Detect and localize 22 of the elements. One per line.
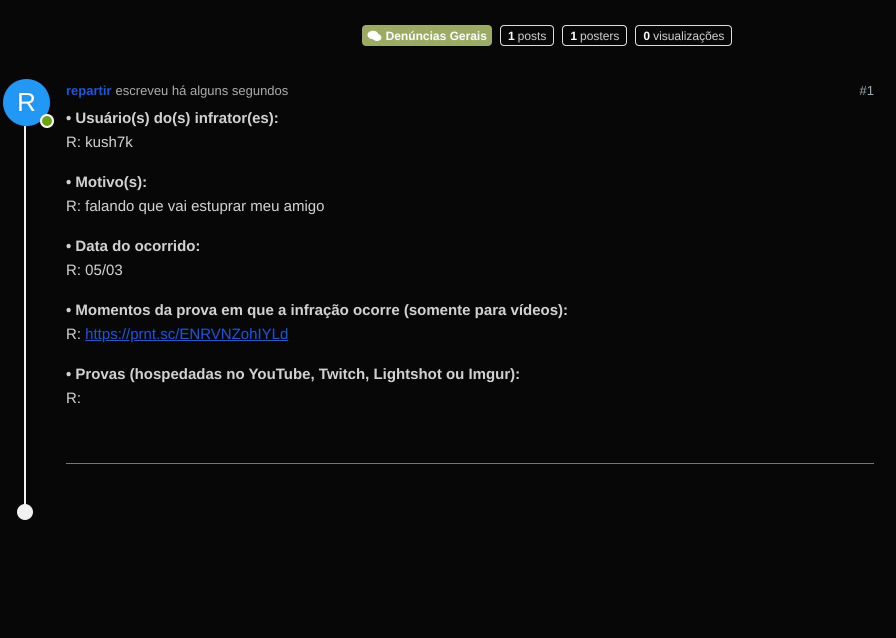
answer-prefix: R: [66, 324, 82, 344]
question-label: • Motivo(s): [66, 172, 148, 192]
stat-badge: 1 posters [562, 25, 628, 46]
answer-prefix: R: [66, 132, 82, 152]
answer-link[interactable]: https://prnt.sc/ENRVNZohIYLd [85, 322, 288, 346]
answer-prefix: R: [66, 388, 81, 408]
post-meta: escreveu há alguns segundos [116, 82, 288, 100]
question-label: • Data do ocorrido: [66, 236, 202, 256]
author-link[interactable]: repartir [66, 81, 112, 100]
answer-text: 05/03 [85, 260, 123, 280]
question-label: • Provas (hospedadas no YouTube, Twitch, Lightshot ou Imgur): [66, 364, 522, 384]
post-index[interactable]: #1 [860, 81, 874, 100]
chat-bubbles-icon [366, 30, 382, 42]
question-label: • Usuário(s) do(s) infrator(es): [66, 108, 280, 128]
answer-text: falando que vai estuprar meu amigo [85, 196, 324, 216]
category-tag[interactable]: Denúncias Gerais [362, 25, 492, 46]
stat-badge: 0 visualizações [635, 25, 732, 46]
answer-prefix: R: [66, 196, 82, 216]
question-label: • Momentos da prova em que a infração ocorre (somente para vídeos): [66, 300, 570, 320]
answer-text: kush7k [85, 132, 133, 152]
stat-badge: 1 posts [500, 25, 554, 46]
answer-prefix: R: [66, 260, 82, 280]
